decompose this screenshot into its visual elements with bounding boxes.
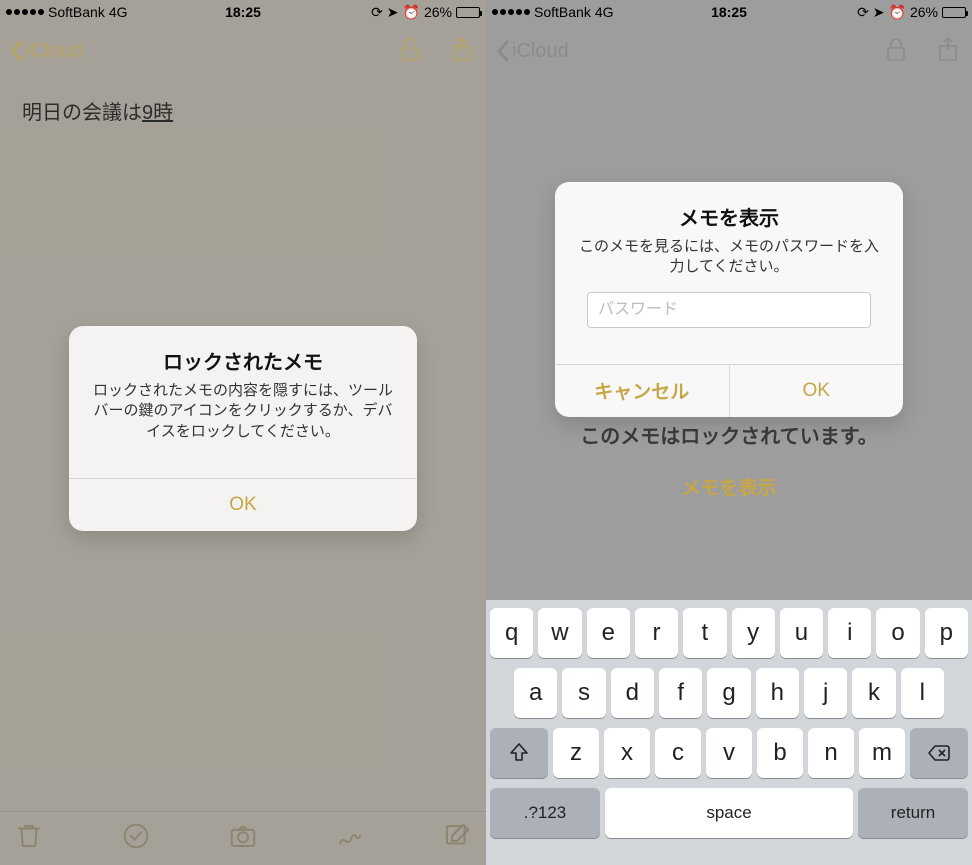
back-button[interactable]: iCloud: [10, 40, 83, 63]
return-key[interactable]: return: [858, 788, 968, 838]
share-icon[interactable]: [448, 35, 476, 68]
keyboard: qwertyuiop asdfghjkl zxcvbnm .?123 space…: [486, 600, 972, 865]
key-z[interactable]: z: [553, 728, 599, 778]
key-q[interactable]: q: [490, 608, 533, 658]
key-e[interactable]: e: [587, 608, 630, 658]
key-r[interactable]: r: [635, 608, 678, 658]
mode-switch-key[interactable]: .?123: [490, 788, 600, 838]
alert-message: このメモを見るには、メモのパスワードを入力してください。: [573, 237, 885, 278]
key-i[interactable]: i: [828, 608, 871, 658]
key-v[interactable]: v: [706, 728, 752, 778]
key-t[interactable]: t: [683, 608, 726, 658]
password-alert: メモを表示 このメモを見るには、メモのパスワードを入力してください。 キャンセル…: [555, 182, 903, 417]
clock-label: 18:25: [486, 4, 972, 20]
battery-icon: [456, 7, 480, 18]
locked-note-title: このメモはロックされています。: [486, 420, 972, 449]
key-h[interactable]: h: [756, 668, 799, 718]
back-button[interactable]: iCloud: [496, 40, 569, 63]
space-key[interactable]: space: [605, 788, 853, 838]
key-y[interactable]: y: [732, 608, 775, 658]
key-m[interactable]: m: [859, 728, 905, 778]
key-n[interactable]: n: [808, 728, 854, 778]
key-c[interactable]: c: [655, 728, 701, 778]
chevron-left-icon: [10, 40, 24, 62]
show-note-link[interactable]: メモを表示: [486, 473, 972, 500]
lock-open-icon[interactable]: [396, 35, 424, 68]
alert-ok-button[interactable]: OK: [69, 479, 417, 531]
key-w[interactable]: w: [538, 608, 581, 658]
key-a[interactable]: a: [514, 668, 557, 718]
alert-title: メモを表示: [573, 202, 885, 231]
key-l[interactable]: l: [901, 668, 944, 718]
password-input[interactable]: [587, 292, 871, 328]
key-g[interactable]: g: [707, 668, 750, 718]
key-o[interactable]: o: [876, 608, 919, 658]
nav-bar: iCloud: [0, 24, 486, 78]
chevron-left-icon: [496, 40, 510, 62]
shift-key[interactable]: [490, 728, 548, 778]
alert-title: ロックされたメモ: [87, 346, 399, 375]
key-f[interactable]: f: [659, 668, 702, 718]
key-s[interactable]: s: [562, 668, 605, 718]
delete-key[interactable]: [910, 728, 968, 778]
alert-ok-button[interactable]: OK: [729, 365, 904, 417]
key-b[interactable]: b: [757, 728, 803, 778]
key-p[interactable]: p: [925, 608, 968, 658]
key-k[interactable]: k: [852, 668, 895, 718]
key-d[interactable]: d: [611, 668, 654, 718]
status-bar: SoftBank 4G 18:25 ⟳ ➤ ⏰ 26%: [486, 0, 972, 24]
key-x[interactable]: x: [604, 728, 650, 778]
key-u[interactable]: u: [780, 608, 823, 658]
status-bar: SoftBank 4G 18:25 ⟳ ➤ ⏰ 26%: [0, 0, 486, 24]
share-icon[interactable]: [934, 35, 962, 68]
nav-bar: iCloud: [486, 24, 972, 78]
alert-cancel-button[interactable]: キャンセル: [555, 365, 729, 417]
alert-message: ロックされたメモの内容を隠すには、ツールバーの鍵のアイコンをクリックするか、デバ…: [87, 381, 399, 442]
back-label: iCloud: [512, 40, 569, 63]
battery-icon: [942, 7, 966, 18]
clock-label: 18:25: [0, 4, 486, 20]
back-label: iCloud: [26, 40, 83, 63]
locked-note-alert: ロックされたメモ ロックされたメモの内容を隠すには、ツールバーの鍵のアイコンをク…: [69, 326, 417, 531]
key-j[interactable]: j: [804, 668, 847, 718]
lock-icon[interactable]: [882, 35, 910, 68]
